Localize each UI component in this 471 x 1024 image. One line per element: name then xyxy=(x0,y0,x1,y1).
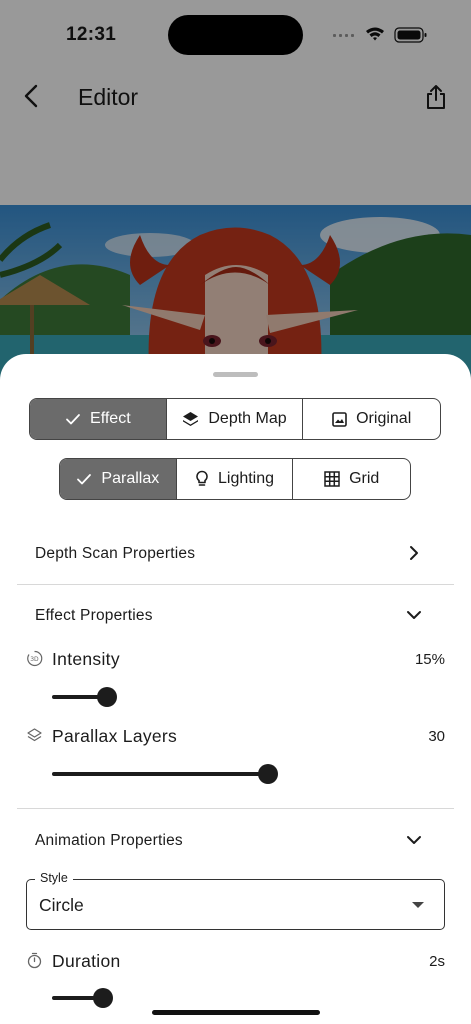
svg-text:3D: 3D xyxy=(30,656,39,663)
slider-track xyxy=(52,772,268,776)
properties-sheet: Effect Depth Map Original Parallax Light… xyxy=(0,354,471,1024)
effect-segmented-control: Parallax Lighting Grid xyxy=(59,458,411,500)
segment-depth-map-label: Depth Map xyxy=(208,410,287,427)
check-icon xyxy=(66,414,80,425)
slider-thumb[interactable] xyxy=(93,988,113,1008)
intensity-slider[interactable] xyxy=(52,687,270,707)
parallax-layers-slider[interactable] xyxy=(52,764,284,784)
segment-original[interactable]: Original xyxy=(303,399,440,439)
intensity-value: 15% xyxy=(414,651,445,668)
segment-parallax[interactable]: Parallax xyxy=(60,459,177,499)
image-icon xyxy=(332,411,347,427)
duration-slider[interactable] xyxy=(52,988,352,1008)
chevron-right-icon[interactable] xyxy=(405,544,423,562)
segment-effect-label: Effect xyxy=(90,410,131,427)
animation-properties-header[interactable]: Animation Properties xyxy=(35,832,183,850)
parallax-layers-label: Parallax Layers xyxy=(52,726,178,746)
slider-thumb[interactable] xyxy=(97,687,117,707)
segment-lighting-label: Lighting xyxy=(217,470,275,487)
mode-segmented-control: Effect Depth Map Original xyxy=(29,398,441,440)
lightbulb-icon xyxy=(196,470,208,486)
depth-scan-header[interactable]: Depth Scan Properties xyxy=(35,545,195,563)
segment-grid-label: Grid xyxy=(349,470,380,487)
chevron-down-icon[interactable] xyxy=(405,831,423,849)
chevron-down-icon[interactable] xyxy=(405,606,423,624)
duration-value: 2s xyxy=(429,953,445,970)
section-divider xyxy=(17,584,454,585)
duration-label: Duration xyxy=(52,951,121,971)
grid-icon xyxy=(324,471,340,487)
section-divider xyxy=(17,808,454,809)
home-indicator xyxy=(152,1010,320,1015)
segment-grid[interactable]: Grid xyxy=(293,459,410,499)
layers-icon xyxy=(183,411,199,426)
check-icon xyxy=(77,474,92,485)
segment-original-label: Original xyxy=(356,410,412,427)
slider-thumb[interactable] xyxy=(258,764,278,784)
segment-effect[interactable]: Effect xyxy=(30,399,167,439)
segment-parallax-label: Parallax xyxy=(101,470,160,487)
style-dropdown[interactable]: Style Circle xyxy=(26,871,445,930)
segment-lighting[interactable]: Lighting xyxy=(177,459,294,499)
layers-outline-icon xyxy=(27,728,42,742)
style-dropdown-value: Circle xyxy=(39,895,84,915)
timer-icon xyxy=(27,952,42,969)
effect-properties-header[interactable]: Effect Properties xyxy=(35,607,153,625)
segment-depth-map[interactable]: Depth Map xyxy=(167,399,304,439)
dropdown-arrow-icon xyxy=(412,902,424,908)
intensity-label: Intensity xyxy=(52,649,120,669)
sheet-drag-handle[interactable] xyxy=(213,372,258,377)
parallax-layers-value: 30 xyxy=(428,728,445,745)
3d-rotate-icon: 3D xyxy=(27,650,43,667)
style-dropdown-label: Style xyxy=(35,871,73,885)
